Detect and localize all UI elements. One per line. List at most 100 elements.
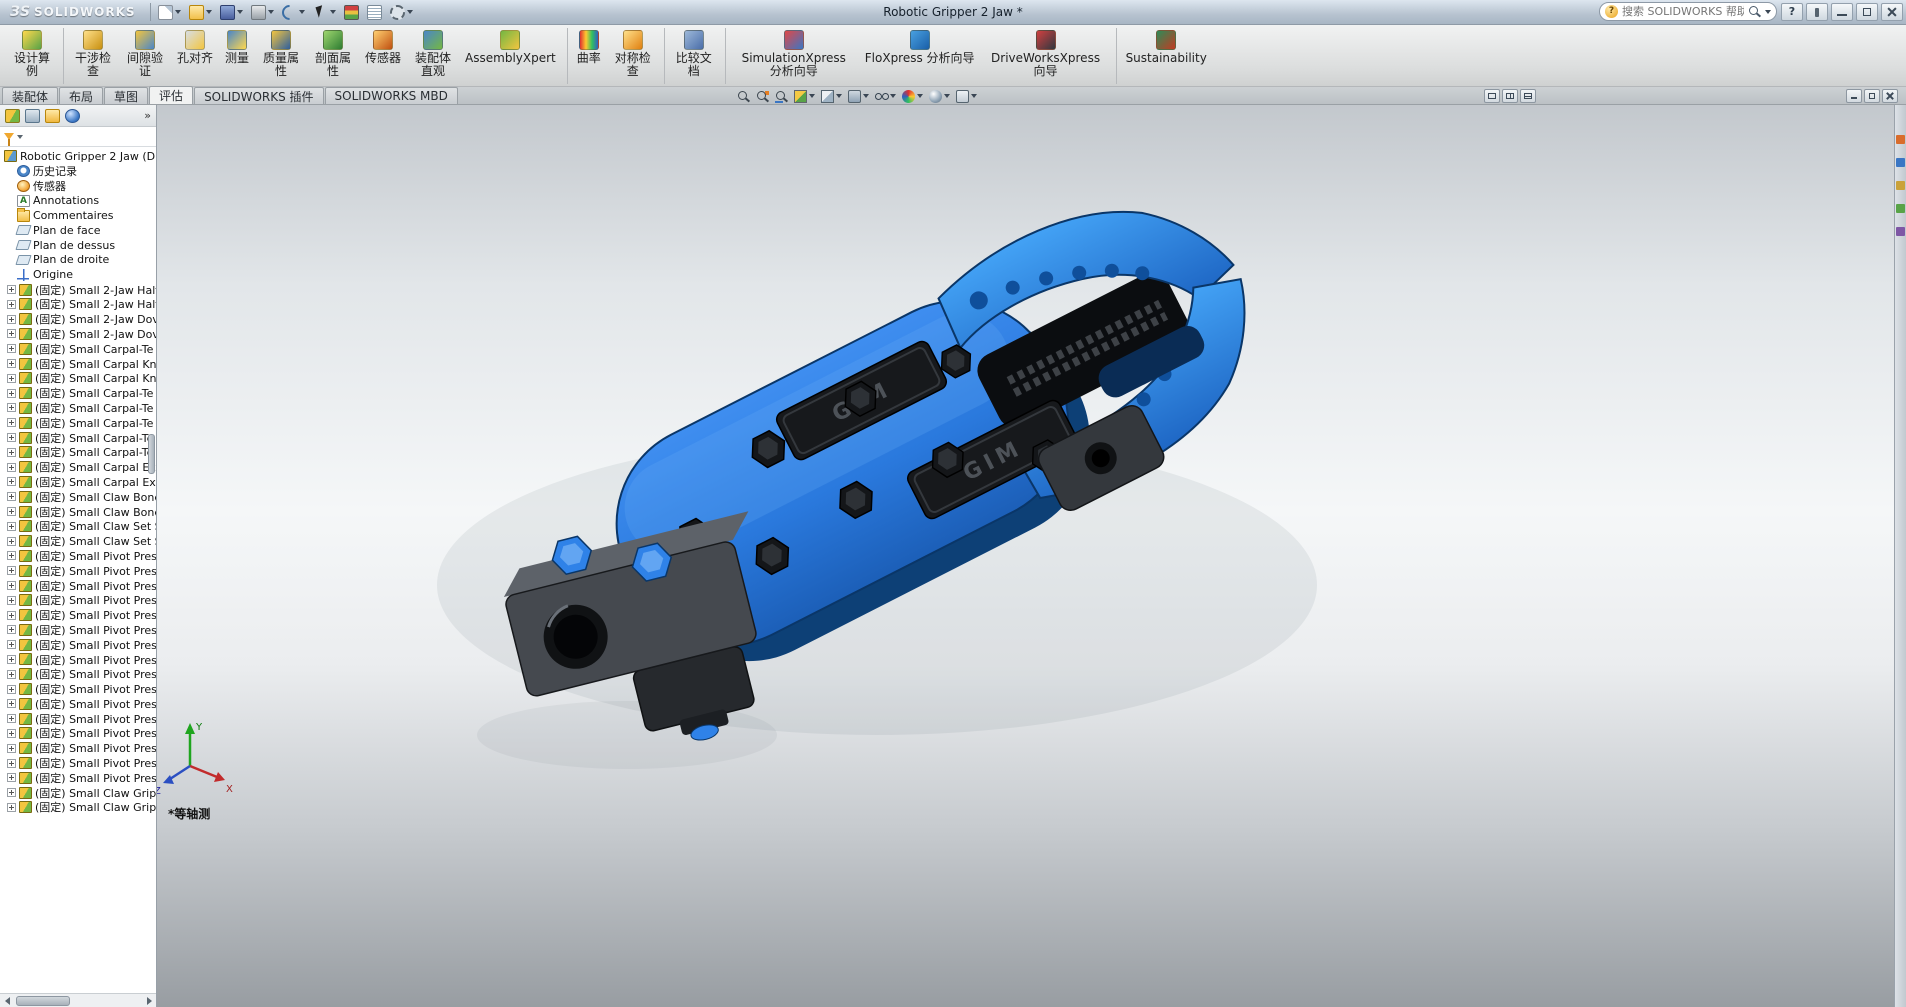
tree-item[interactable]: 传感器 [0,179,156,194]
tree-item[interactable]: (固定) Small Pivot Pres [0,637,156,652]
ribbon-button[interactable]: FloXpress 分析向导 [859,28,981,84]
ribbon-button[interactable]: Sustainability [1120,28,1213,84]
expand-plus-icon[interactable] [7,389,16,398]
tree-item[interactable]: (固定) Small Pivot Pres [0,711,156,726]
panel-overflow-chevron-icon[interactable]: » [144,109,151,123]
view-toolbar-button[interactable] [736,88,751,104]
ribbon-button[interactable]: 比较文档 [668,28,726,84]
expand-plus-icon[interactable] [7,803,16,812]
tree-item[interactable]: (固定) Small Carpal-Te [0,341,156,356]
search-caret-icon[interactable] [1765,10,1771,14]
view-toolbar-button[interactable] [901,88,924,104]
quick-access-button[interactable] [217,2,246,23]
tree-item[interactable]: (固定) Small Carpal-Te [0,415,156,430]
tree-item[interactable]: Plan de dessus [0,238,156,253]
expand-plus-icon[interactable] [7,492,16,501]
expand-plus-icon[interactable] [7,670,16,679]
window-button[interactable] [1856,3,1878,21]
horizontal-scrollbar-thumb[interactable] [16,996,70,1006]
task-pane-strip[interactable] [1894,105,1906,1007]
tree-item[interactable]: (固定) Small Pivot Pres [0,756,156,771]
ribbon-button[interactable]: 质量属性 [255,28,307,84]
command-tab[interactable]: 装配体 [2,87,58,104]
view-toolbar-button[interactable] [755,88,770,104]
manager-tab[interactable] [45,109,60,123]
tree-item[interactable]: (固定) Small Carpal-Te [0,430,156,445]
scroll-right-icon[interactable] [142,994,156,1007]
tree-scrollbar-thumb[interactable] [148,434,155,474]
tree-item[interactable]: (固定) Small 2-Jaw Dov [0,327,156,342]
tree-item[interactable]: Commentaires [0,208,156,223]
tree-item[interactable]: Plan de face [0,223,156,238]
tree-item[interactable]: (固定) Small Pivot Pres [0,741,156,756]
expand-plus-icon[interactable] [7,729,16,738]
quick-access-button[interactable] [387,2,416,23]
expand-plus-icon[interactable] [7,759,16,768]
tree-item[interactable]: (固定) Small Pivot Pres [0,623,156,638]
expand-plus-icon[interactable] [7,344,16,353]
expand-plus-icon[interactable] [7,507,16,516]
scroll-left-icon[interactable] [0,994,14,1007]
tree-item[interactable]: (固定) Small Claw Bone [0,489,156,504]
tree-item[interactable]: (固定) Small Claw Set S [0,519,156,534]
tree-item[interactable]: (固定) Small Pivot Pres [0,770,156,785]
view-toolbar-button[interactable] [774,88,789,104]
ribbon-button[interactable]: 传感器 [359,28,407,84]
3d-model-robotic-gripper[interactable]: GIM GIM [157,105,1894,1007]
expand-plus-icon[interactable] [7,611,16,620]
viewport-pane-button[interactable] [1484,89,1500,103]
ribbon-button[interactable]: SimulationXpress 分析向导 [729,28,859,84]
document-window-button[interactable] [1864,89,1880,103]
window-button[interactable] [1831,3,1853,21]
manager-tab[interactable] [5,109,20,123]
view-toolbar-button[interactable] [820,88,843,104]
search-icon[interactable] [1748,5,1761,18]
tree-item[interactable]: Annotations [0,193,156,208]
tree-item[interactable]: (固定) Small Claw Gripp [0,785,156,800]
expand-plus-icon[interactable] [7,744,16,753]
ribbon-button[interactable]: DriveWorksXpress 向导 [981,28,1117,84]
view-toolbar-button[interactable] [874,88,897,104]
expand-plus-icon[interactable] [7,329,16,338]
ribbon-button[interactable]: 设计算例 [6,28,64,84]
tree-item[interactable]: (固定) Small Pivot Pres [0,696,156,711]
expand-plus-icon[interactable] [7,522,16,531]
panel-horizontal-scrollbar[interactable] [0,993,156,1007]
expand-plus-icon[interactable] [7,788,16,797]
viewport-pane-button[interactable] [1502,89,1518,103]
command-tab[interactable]: 草图 [104,87,148,104]
expand-plus-icon[interactable] [7,773,16,782]
quick-access-button[interactable] [364,2,385,23]
tree-item[interactable]: (固定) Small Claw Bone [0,504,156,519]
view-toolbar-button[interactable] [955,88,978,104]
tree-item[interactable]: 历史记录 [0,164,156,179]
expand-plus-icon[interactable] [7,285,16,294]
quick-access-button[interactable] [279,2,308,23]
tree-item[interactable]: (固定) Small Pivot Pres [0,652,156,667]
tree-item[interactable]: (固定) Small Pivot Pres [0,667,156,682]
expand-plus-icon[interactable] [7,537,16,546]
quick-access-button[interactable] [155,2,184,23]
tree-item[interactable]: (固定) Small 2-Jaw Half [0,297,156,312]
tree-item[interactable]: (固定) Small Carpal-Te [0,386,156,401]
command-tab[interactable]: 评估 [149,86,193,104]
tree-item[interactable]: Robotic Gripper 2 Jaw (D [0,149,156,164]
expand-plus-icon[interactable] [7,699,16,708]
manager-tab[interactable] [65,109,80,123]
search-input[interactable] [1622,5,1744,18]
task-pane-tab-icon[interactable] [1896,181,1905,190]
tree-item[interactable]: (固定) Small Carpal Kn [0,371,156,386]
tree-item[interactable]: (固定) Small 2-Jaw Half [0,282,156,297]
task-pane-tab-icon[interactable] [1896,227,1905,236]
command-tab[interactable]: 布局 [59,87,103,104]
expand-plus-icon[interactable] [7,714,16,723]
tree-item[interactable]: (固定) Small Carpal Kn [0,356,156,371]
window-button[interactable] [1881,3,1903,21]
document-window-button[interactable] [1846,89,1862,103]
window-button[interactable] [1781,3,1803,21]
tree-item[interactable]: (固定) Small Pivot Pres [0,608,156,623]
manager-tab[interactable] [25,109,40,123]
ribbon-button[interactable]: 孔对齐 [171,28,219,84]
ribbon-button[interactable]: 剖面属性 [307,28,359,84]
expand-plus-icon[interactable] [7,566,16,575]
